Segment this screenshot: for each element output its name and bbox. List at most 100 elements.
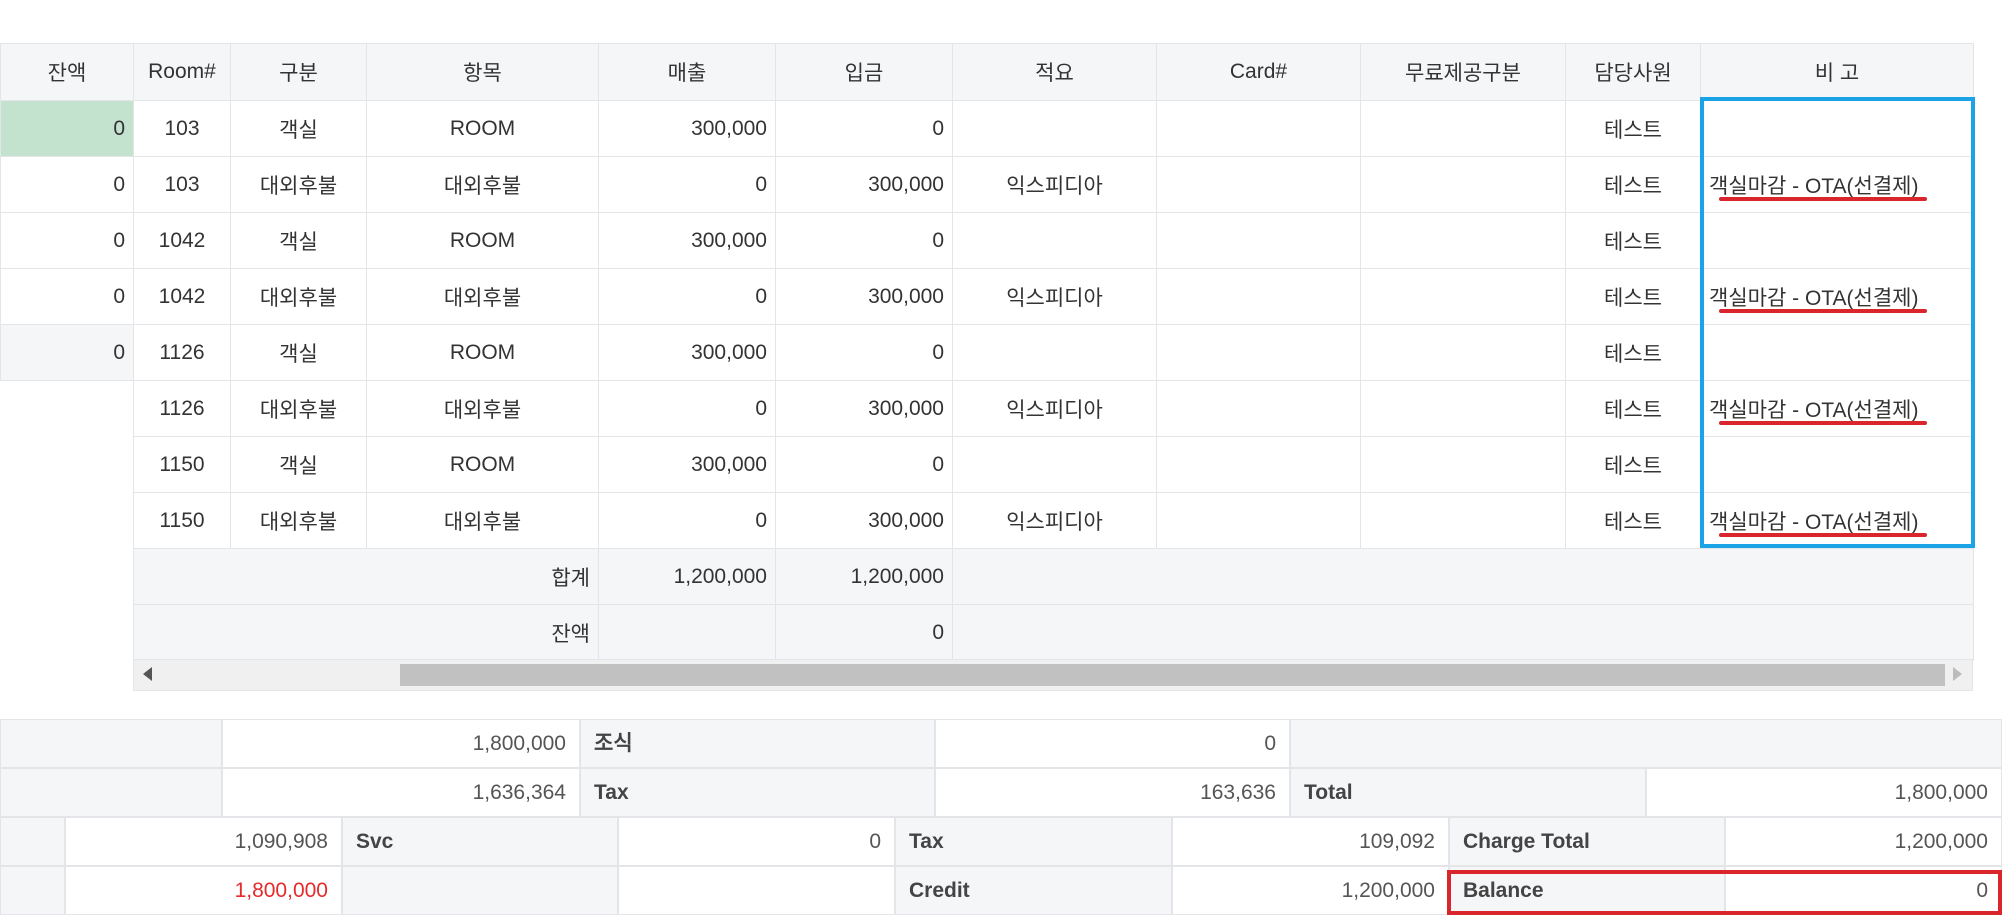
staff-cell[interactable]: 테스트 bbox=[1565, 156, 1701, 213]
free-type-cell[interactable] bbox=[1360, 100, 1566, 157]
item-cell[interactable]: 대외후불 bbox=[366, 380, 599, 437]
balance-cell[interactable]: 0 bbox=[0, 212, 134, 269]
memo-cell[interactable] bbox=[952, 436, 1157, 493]
deposit-cell[interactable]: 300,000 bbox=[775, 156, 953, 213]
sales-cell[interactable]: 300,000 bbox=[598, 100, 776, 157]
free-type-cell[interactable] bbox=[1360, 268, 1566, 325]
table-row[interactable]: 1150 객실 ROOM 300,000 0 테스트 bbox=[133, 436, 1974, 493]
column-header-note[interactable]: 비 고 bbox=[1700, 43, 1974, 101]
deposit-cell[interactable]: 300,000 bbox=[775, 380, 953, 437]
column-header-deposit[interactable]: 입금 bbox=[775, 43, 953, 101]
type-cell[interactable]: 대외후불 bbox=[230, 380, 367, 437]
staff-cell[interactable]: 테스트 bbox=[1565, 380, 1701, 437]
card-cell[interactable] bbox=[1156, 436, 1361, 493]
type-cell[interactable]: 대외후불 bbox=[230, 156, 367, 213]
sales-cell[interactable]: 300,000 bbox=[598, 324, 776, 381]
room-cell[interactable]: 1150 bbox=[133, 492, 231, 549]
staff-cell[interactable]: 테스트 bbox=[1565, 492, 1701, 549]
scroll-left-icon[interactable] bbox=[143, 667, 152, 681]
free-type-cell[interactable] bbox=[1360, 324, 1566, 381]
column-header-item[interactable]: 항목 bbox=[366, 43, 599, 101]
deposit-cell[interactable]: 0 bbox=[775, 324, 953, 381]
card-cell[interactable] bbox=[1156, 212, 1361, 269]
room-cell[interactable]: 1126 bbox=[133, 380, 231, 437]
column-header-type[interactable]: 구분 bbox=[230, 43, 367, 101]
sales-cell[interactable]: 0 bbox=[598, 156, 776, 213]
card-cell[interactable] bbox=[1156, 100, 1361, 157]
sales-cell[interactable]: 0 bbox=[598, 380, 776, 437]
table-row[interactable]: 1042 객실 ROOM 300,000 0 테스트 bbox=[133, 212, 1974, 269]
balance-cell[interactable]: 0 bbox=[0, 268, 134, 325]
card-cell[interactable] bbox=[1156, 156, 1361, 213]
memo-cell[interactable]: 익스피디아 bbox=[952, 156, 1157, 213]
table-row[interactable]: 103 객실 ROOM 300,000 0 테스트 bbox=[133, 100, 1974, 157]
table-row[interactable]: 103 대외후불 대외후불 0 300,000 익스피디아 테스트 객실마감 -… bbox=[133, 156, 1974, 213]
room-cell[interactable]: 1042 bbox=[133, 268, 231, 325]
deposit-cell[interactable]: 0 bbox=[775, 436, 953, 493]
staff-cell[interactable]: 테스트 bbox=[1565, 212, 1701, 269]
type-cell[interactable]: 객실 bbox=[230, 212, 367, 269]
memo-cell[interactable]: 익스피디아 bbox=[952, 268, 1157, 325]
card-cell[interactable] bbox=[1156, 380, 1361, 437]
item-cell[interactable]: ROOM bbox=[366, 100, 599, 157]
sales-cell[interactable]: 300,000 bbox=[598, 212, 776, 269]
room-cell[interactable]: 1042 bbox=[133, 212, 231, 269]
item-cell[interactable]: 대외후불 bbox=[366, 156, 599, 213]
deposit-cell[interactable]: 0 bbox=[775, 100, 953, 157]
column-header-free-type[interactable]: 무료제공구분 bbox=[1360, 43, 1566, 101]
item-cell[interactable]: ROOM bbox=[366, 436, 599, 493]
memo-cell[interactable] bbox=[952, 100, 1157, 157]
table-row[interactable]: 1150 대외후불 대외후불 0 300,000 익스피디아 테스트 객실마감 … bbox=[133, 492, 1974, 549]
type-cell[interactable]: 객실 bbox=[230, 324, 367, 381]
balance-cell[interactable]: 0 bbox=[0, 100, 134, 157]
staff-cell[interactable]: 테스트 bbox=[1565, 324, 1701, 381]
table-row[interactable]: 1126 객실 ROOM 300,000 0 테스트 bbox=[133, 324, 1974, 381]
staff-cell[interactable]: 테스트 bbox=[1565, 100, 1701, 157]
memo-cell[interactable]: 익스피디아 bbox=[952, 492, 1157, 549]
sales-cell[interactable]: 0 bbox=[598, 268, 776, 325]
type-cell[interactable]: 대외후불 bbox=[230, 492, 367, 549]
deposit-cell[interactable]: 300,000 bbox=[775, 492, 953, 549]
type-cell[interactable]: 객실 bbox=[230, 436, 367, 493]
item-cell[interactable]: ROOM bbox=[366, 212, 599, 269]
column-header-card[interactable]: Card# bbox=[1156, 43, 1361, 101]
item-cell[interactable]: 대외후불 bbox=[366, 492, 599, 549]
free-type-cell[interactable] bbox=[1360, 436, 1566, 493]
sales-cell[interactable]: 300,000 bbox=[598, 436, 776, 493]
room-cell[interactable]: 1150 bbox=[133, 436, 231, 493]
card-cell[interactable] bbox=[1156, 324, 1361, 381]
staff-cell[interactable]: 테스트 bbox=[1565, 436, 1701, 493]
type-cell[interactable]: 객실 bbox=[230, 100, 367, 157]
room-cell[interactable]: 103 bbox=[133, 100, 231, 157]
card-cell[interactable] bbox=[1156, 492, 1361, 549]
free-type-cell[interactable] bbox=[1360, 212, 1566, 269]
card-cell[interactable] bbox=[1156, 268, 1361, 325]
free-type-cell[interactable] bbox=[1360, 156, 1566, 213]
column-header-memo[interactable]: 적요 bbox=[952, 43, 1157, 101]
type-cell[interactable]: 대외후불 bbox=[230, 268, 367, 325]
table-row[interactable]: 1042 대외후불 대외후불 0 300,000 익스피디아 테스트 객실마감 … bbox=[133, 268, 1974, 325]
free-type-cell[interactable] bbox=[1360, 492, 1566, 549]
item-cell[interactable]: ROOM bbox=[366, 324, 599, 381]
scrollbar-thumb[interactable] bbox=[400, 664, 1945, 686]
column-header-balance[interactable]: 잔액 bbox=[0, 43, 134, 101]
scroll-right-icon[interactable] bbox=[1953, 667, 1962, 681]
deposit-cell[interactable]: 0 bbox=[775, 212, 953, 269]
column-header-staff[interactable]: 담당사원 bbox=[1565, 43, 1701, 101]
breakfast-value: 0 bbox=[935, 719, 1290, 768]
memo-cell[interactable] bbox=[952, 212, 1157, 269]
item-cell[interactable]: 대외후불 bbox=[366, 268, 599, 325]
staff-cell[interactable]: 테스트 bbox=[1565, 268, 1701, 325]
room-cell[interactable]: 103 bbox=[133, 156, 231, 213]
memo-cell[interactable] bbox=[952, 324, 1157, 381]
deposit-cell[interactable]: 300,000 bbox=[775, 268, 953, 325]
room-cell[interactable]: 1126 bbox=[133, 324, 231, 381]
column-header-sales[interactable]: 매출 bbox=[598, 43, 776, 101]
sales-cell[interactable]: 0 bbox=[598, 492, 776, 549]
balance-cell[interactable]: 0 bbox=[0, 324, 134, 381]
column-header-room[interactable]: Room# bbox=[133, 43, 231, 101]
table-row[interactable]: 1126 대외후불 대외후불 0 300,000 익스피디아 테스트 객실마감 … bbox=[133, 380, 1974, 437]
balance-cell[interactable]: 0 bbox=[0, 156, 134, 213]
free-type-cell[interactable] bbox=[1360, 380, 1566, 437]
memo-cell[interactable]: 익스피디아 bbox=[952, 380, 1157, 437]
